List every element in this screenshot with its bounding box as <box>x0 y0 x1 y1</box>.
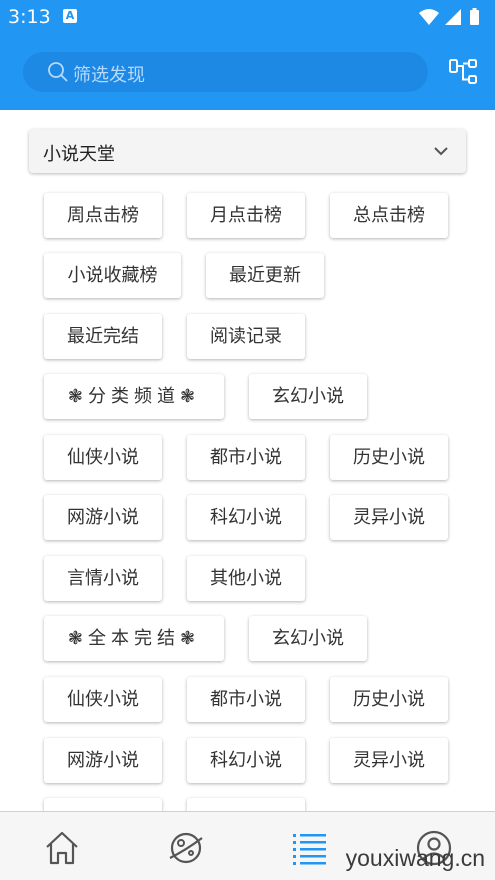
battery-icon <box>470 10 479 25</box>
chip-other[interactable]: 其他小说 <box>187 556 305 601</box>
chip-online-game-completed[interactable]: 网游小说 <box>44 738 162 783</box>
tree-structure-icon[interactable] <box>447 56 479 88</box>
chip-reading-history[interactable]: 阅读记录 <box>187 314 305 359</box>
app-notification-icon: A <box>63 9 77 23</box>
chip-xianxia[interactable]: 仙侠小说 <box>44 435 162 480</box>
chip-history-completed[interactable]: 历史小说 <box>330 677 448 722</box>
chevron-down-icon <box>434 147 448 156</box>
chip-supernatural[interactable]: 灵异小说 <box>330 495 448 540</box>
list-icon[interactable] <box>290 828 330 868</box>
chip-favorites[interactable]: 小说收藏榜 <box>44 253 181 298</box>
wifi-icon <box>419 9 439 25</box>
system-status-icons <box>419 8 479 25</box>
signal-icon <box>445 9 461 25</box>
chip-weekly-clicks[interactable]: 周点击榜 <box>44 193 162 238</box>
watermark: youxiwang.cn <box>345 845 485 871</box>
chip-scifi[interactable]: 科幻小说 <box>187 495 305 540</box>
app-header: 3:13 A 筛选发现 <box>0 0 495 110</box>
chip-fantasy[interactable]: 玄幻小说 <box>249 374 367 419</box>
search-bar[interactable]: 筛选发现 <box>23 52 428 92</box>
chip-supernatural-completed[interactable]: 灵异小说 <box>330 738 448 783</box>
status-time: 3:13 <box>8 6 51 28</box>
source-select-value: 小说天堂 <box>43 144 115 165</box>
chip-urban-completed[interactable]: 都市小说 <box>187 677 305 722</box>
chip-romance[interactable]: 言情小说 <box>44 556 162 601</box>
home-icon[interactable] <box>42 828 82 868</box>
chip-online-game[interactable]: 网游小说 <box>44 495 162 540</box>
chip-history[interactable]: 历史小说 <box>330 435 448 480</box>
chip-total-clicks[interactable]: 总点击榜 <box>330 193 448 238</box>
status-bar: 3:13 A <box>0 0 495 34</box>
chip-scifi-completed[interactable]: 科幻小说 <box>187 738 305 783</box>
chip-fantasy-completed[interactable]: 玄幻小说 <box>249 616 367 661</box>
chip-urban[interactable]: 都市小说 <box>187 435 305 480</box>
chip-completed-header[interactable]: ❃全本完结❃ <box>44 616 224 661</box>
search-placeholder: 筛选发现 <box>73 65 145 86</box>
chip-recently-completed[interactable]: 最近完结 <box>44 314 162 359</box>
search-icon <box>48 62 68 82</box>
chip-xianxia-completed[interactable]: 仙侠小说 <box>44 677 162 722</box>
compass-icon[interactable] <box>166 828 206 868</box>
source-select[interactable]: 小说天堂 <box>29 129 466 173</box>
chip-recent-updates[interactable]: 最近更新 <box>206 253 324 298</box>
chip-category-header[interactable]: ❃分类频道❃ <box>44 374 224 419</box>
chip-monthly-clicks[interactable]: 月点击榜 <box>187 193 305 238</box>
